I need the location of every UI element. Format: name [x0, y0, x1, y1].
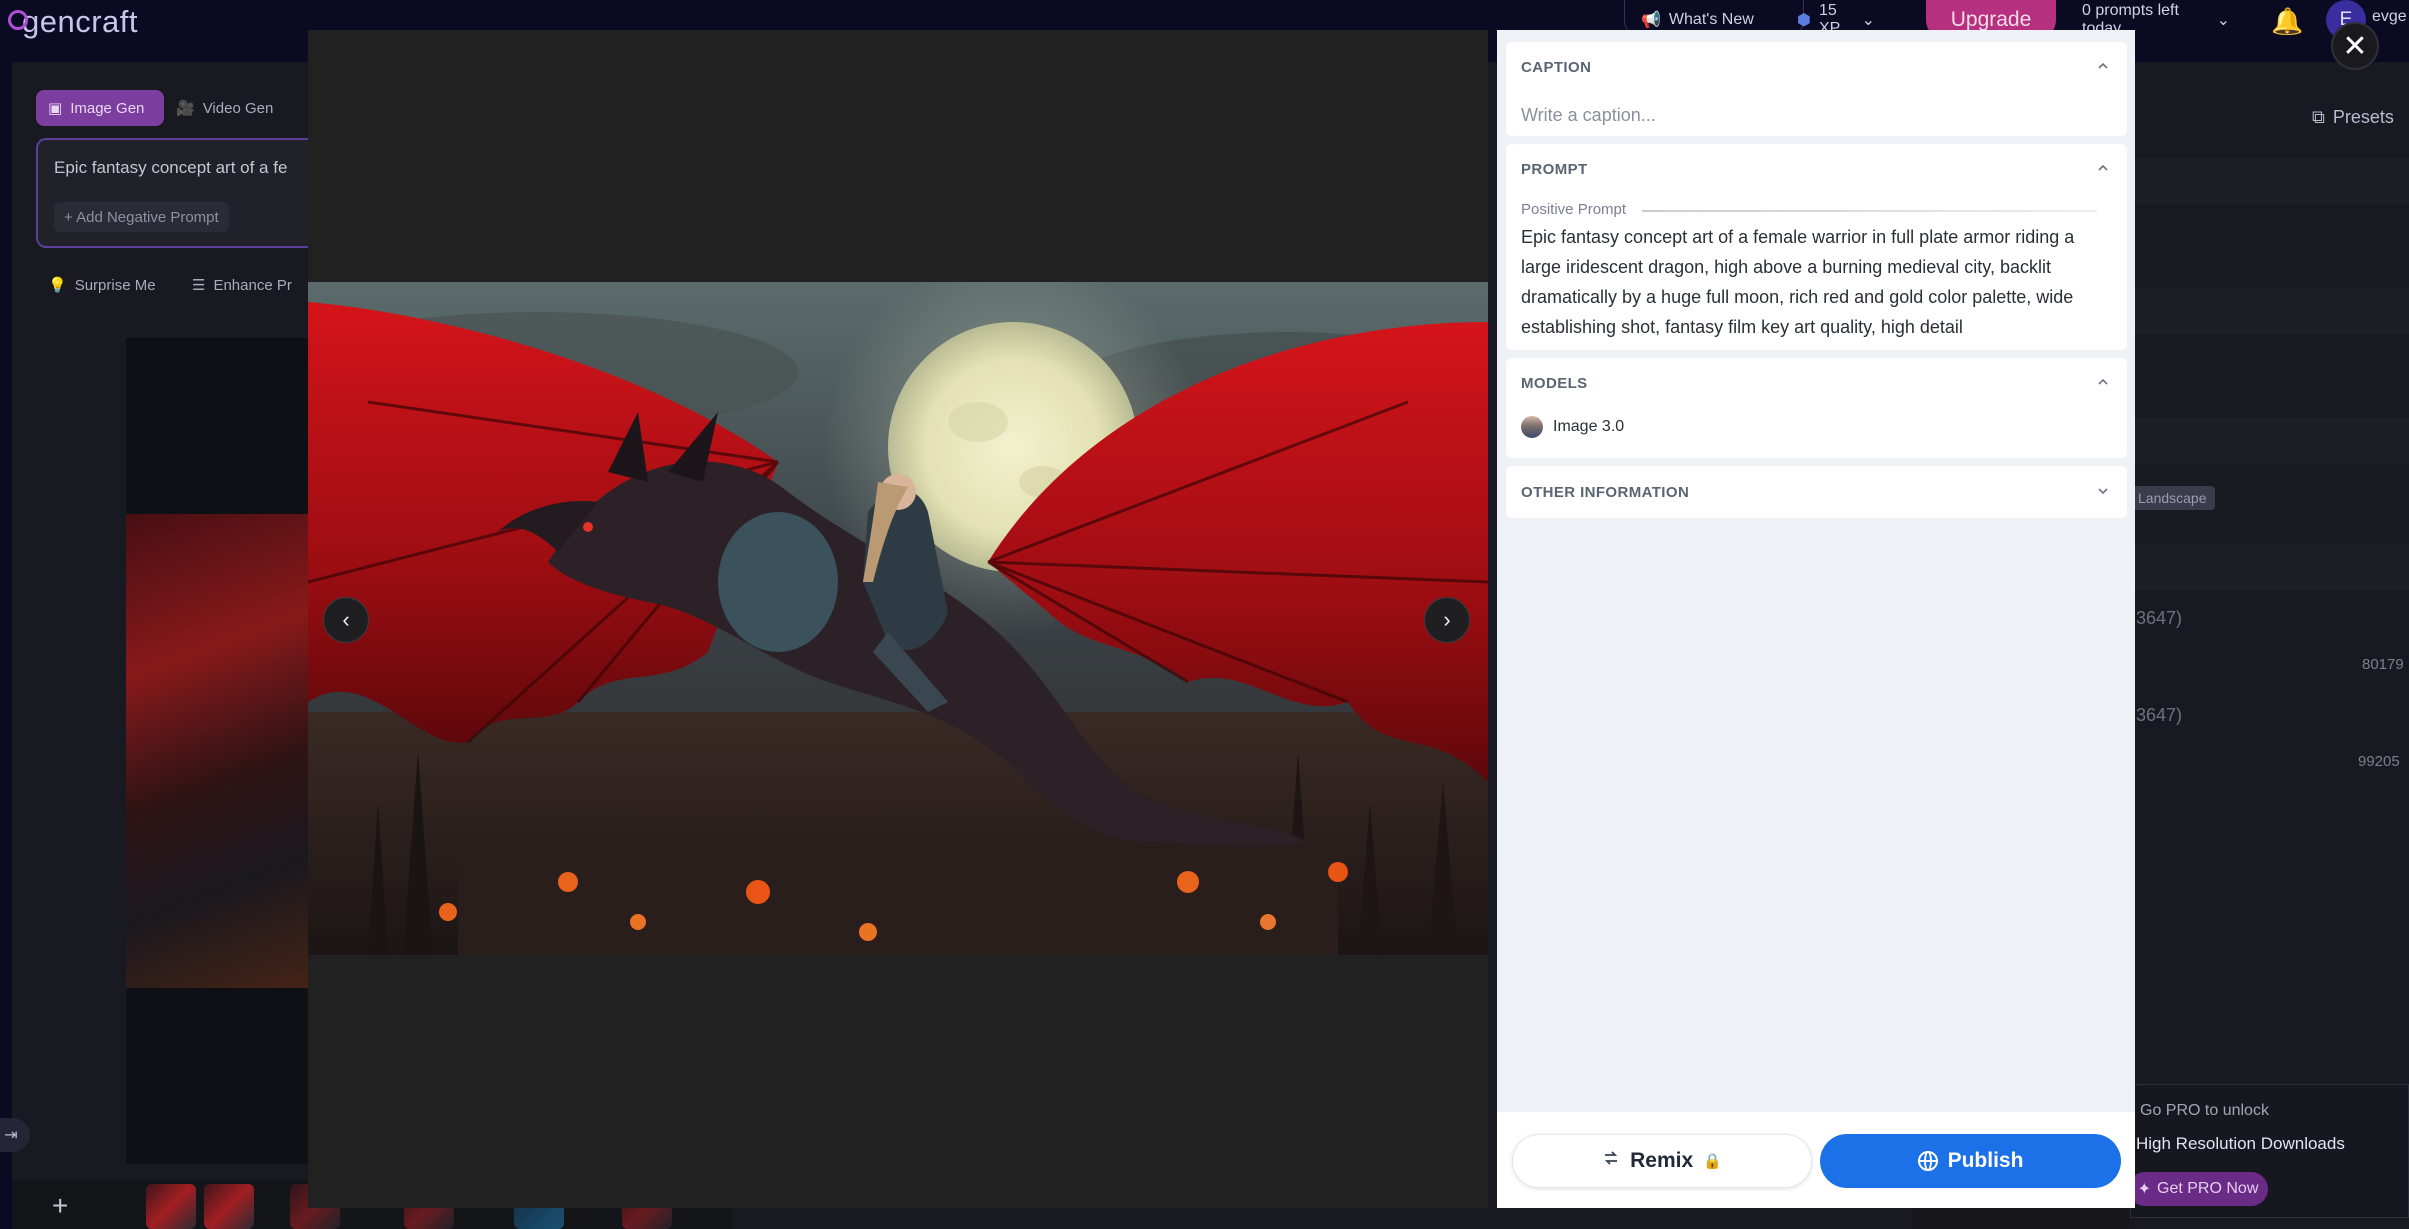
image-viewer	[308, 30, 1488, 1208]
panel-item-a-number: 80179	[2362, 656, 2404, 673]
surprise-me-button[interactable]: 💡 Surprise Me	[48, 270, 156, 300]
surprise-me-label: Surprise Me	[74, 276, 156, 294]
presets-icon: ⧉	[2312, 106, 2325, 127]
tab-image-gen-label: Image Gen	[70, 99, 145, 117]
chevron-down-icon: ⌄	[1861, 12, 1875, 29]
lock-icon: 🔒	[1703, 1153, 1722, 1170]
list-icon: ☰	[192, 277, 206, 294]
remix-icon	[1602, 1149, 1620, 1173]
logo[interactable]: gencraft	[8, 4, 139, 40]
prompt-input[interactable]: Epic fantasy concept art of a fe + Add N…	[36, 138, 326, 248]
logo-icon	[8, 10, 28, 30]
right-panel	[2135, 62, 2409, 1229]
username: evge	[2372, 8, 2407, 25]
video-camera-icon: 🎥	[176, 100, 195, 117]
generated-image	[308, 282, 1488, 955]
prompt-input-text: Epic fantasy concept art of a fe	[54, 158, 288, 177]
close-modal-button[interactable]: ✕	[2331, 22, 2379, 70]
positive-prompt-label: Positive Prompt	[1521, 201, 1627, 218]
pro-upsell-subtitle: Go PRO to unlock	[2140, 1102, 2269, 1119]
left-strip	[0, 62, 12, 1229]
panel-row	[2135, 158, 2409, 204]
get-pro-label: Get PRO Now	[2157, 1180, 2259, 1197]
publish-label: Publish	[1947, 1149, 2024, 1172]
caption-title: CAPTION	[1521, 59, 1592, 76]
tab-image-gen[interactable]: ▣ Image Gen	[36, 90, 164, 126]
enhance-prompt-label: Enhance Pr	[213, 276, 292, 294]
sparkle-icon: ✦	[2137, 1181, 2152, 1198]
remix-button[interactable]: Remix 🔒	[1512, 1134, 1812, 1188]
caption-input[interactable]	[1521, 105, 2111, 126]
other-information-title: OTHER INFORMATION	[1521, 484, 1690, 501]
panel-row	[2135, 544, 2409, 590]
tab-video-gen-label: Video Gen	[202, 99, 274, 117]
remix-label: Remix	[1630, 1149, 1694, 1172]
tab-video-gen[interactable]: 🎥 Video Gen	[176, 90, 273, 126]
lightbulb-icon: 💡	[48, 277, 67, 294]
close-icon: ✕	[2342, 29, 2368, 63]
add-icon[interactable]: +	[52, 1190, 68, 1222]
canvas-image	[126, 514, 326, 988]
panel-item-b-number: 99205	[2358, 753, 2400, 770]
chevron-left-icon: ‹	[342, 607, 350, 632]
collapse-icon: ⇥	[4, 1127, 18, 1144]
presets-label: Presets	[2332, 106, 2394, 127]
panel-item-b: 3647)	[2136, 705, 2183, 725]
panel-item-a: 3647)	[2136, 608, 2183, 628]
prompt-title: PROMPT	[1521, 161, 1588, 178]
prompt-section: PROMPT Positive Prompt Epic fantasy conc…	[1506, 144, 2127, 350]
thumbnail[interactable]	[204, 1184, 254, 1229]
other-information-section[interactable]: OTHER INFORMATION	[1506, 466, 2127, 518]
chevron-right-icon: ›	[1443, 607, 1451, 632]
divider	[1642, 210, 2097, 212]
megaphone-icon: 📢	[1641, 11, 1661, 29]
chevron-up-icon[interactable]	[2097, 162, 2109, 174]
caption-section: CAPTION	[1506, 42, 2127, 136]
next-image-button[interactable]: ›	[1424, 597, 1470, 643]
image-icon: ▣	[48, 100, 63, 117]
landscape-tag[interactable]: Landscape	[2130, 486, 2215, 510]
pro-upsell-title: High Resolution Downloads	[2136, 1134, 2345, 1153]
chevron-down-icon[interactable]	[2097, 485, 2109, 497]
panel-row	[2135, 288, 2409, 334]
models-title: MODELS	[1521, 375, 1588, 392]
publish-button[interactable]: Publish	[1820, 1134, 2121, 1188]
presets-button[interactable]: ⧉ Presets	[2300, 98, 2406, 136]
thumbnail[interactable]	[146, 1184, 196, 1229]
chevron-down-icon: ⌄	[2216, 12, 2230, 29]
enhance-prompt-button[interactable]: ☰ Enhance Pr	[192, 270, 292, 300]
logo-text: gencraft	[22, 4, 139, 39]
bell-icon[interactable]: 🔔	[2271, 6, 2303, 36]
globe-icon	[1917, 1151, 1938, 1171]
model-avatar-icon	[1521, 416, 1543, 438]
models-section: MODELS Image 3.0	[1506, 358, 2127, 458]
shield-icon: ⬢	[1797, 12, 1811, 29]
positive-prompt-text: Epic fantasy concept art of a female war…	[1521, 227, 2075, 337]
previous-image-button[interactable]: ‹	[323, 597, 369, 643]
dragon-artwork	[308, 282, 1488, 955]
model-name: Image 3.0	[1553, 418, 1625, 435]
chevron-up-icon[interactable]	[2097, 60, 2109, 72]
add-negative-prompt-button[interactable]: + Add Negative Prompt	[54, 202, 229, 232]
chevron-up-icon[interactable]	[2097, 376, 2109, 388]
get-pro-button[interactable]: ✦ Get PRO Now	[2128, 1172, 2268, 1206]
panel-row	[2135, 418, 2409, 464]
whats-new-label: What's New	[1668, 10, 1754, 28]
